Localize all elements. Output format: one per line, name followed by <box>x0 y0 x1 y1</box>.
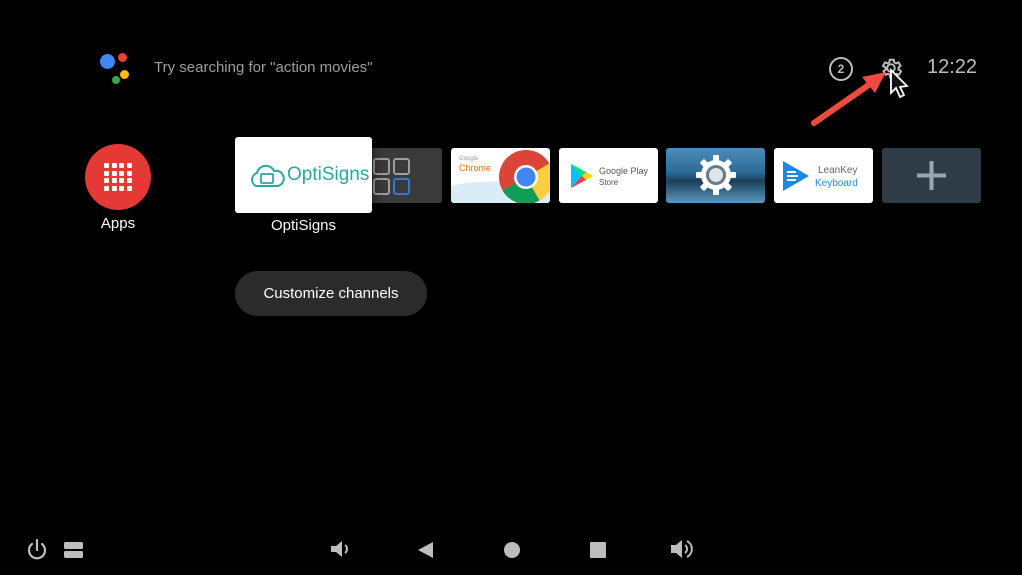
optisigns-logo-text: OptiSigns <box>287 164 369 186</box>
play-store-icon <box>571 164 593 188</box>
customize-channels-button[interactable]: Customize channels <box>235 271 427 316</box>
chrome-small-text: Google <box>459 156 478 162</box>
leankey-label-line2: Keyboard <box>815 178 858 189</box>
search-hint[interactable]: Try searching for "action movies" <box>154 59 373 76</box>
play-store-label-line1: Google Play <box>599 166 648 176</box>
app-tile-settings[interactable] <box>666 148 765 203</box>
apps-grid-icon <box>104 163 132 191</box>
mouse-cursor-icon <box>891 70 907 97</box>
settings-app-gear-icon <box>694 153 738 197</box>
leankey-label-line1: LeanKey <box>818 165 857 176</box>
home-icon[interactable] <box>503 541 521 559</box>
grid-squares-icon <box>370 148 442 203</box>
clock: 12:22 <box>927 56 977 79</box>
chrome-name-text: Chrome <box>459 163 491 173</box>
recents-icon[interactable] <box>63 540 85 560</box>
leankey-logo-icon <box>783 161 809 191</box>
app-tile-optisigns[interactable]: OptiSigns <box>235 137 372 213</box>
overview-icon[interactable] <box>589 541 607 559</box>
apps-label: Apps <box>85 215 151 232</box>
app-tile-apps[interactable] <box>370 148 442 203</box>
app-tile-leankey-keyboard[interactable]: LeanKey Keyboard <box>774 148 873 203</box>
add-icon <box>882 148 981 203</box>
power-icon[interactable] <box>25 538 49 562</box>
optisigns-logo-icon <box>247 162 287 192</box>
app-tile-chrome[interactable]: Google Chrome <box>451 148 550 203</box>
assistant-icon[interactable] <box>100 53 134 85</box>
app-tile-google-play-store[interactable]: Google Play Store <box>559 148 658 203</box>
volume-down-icon[interactable] <box>329 539 351 559</box>
play-store-label-line2: Store <box>599 178 618 187</box>
chrome-logo-icon <box>498 149 550 203</box>
volume-up-icon[interactable] <box>669 538 693 560</box>
annotation-arrow <box>800 60 920 135</box>
add-app-tile[interactable] <box>882 148 981 203</box>
apps-button[interactable] <box>85 144 151 210</box>
focused-app-caption: OptiSigns <box>235 217 372 234</box>
back-icon[interactable] <box>416 540 436 560</box>
